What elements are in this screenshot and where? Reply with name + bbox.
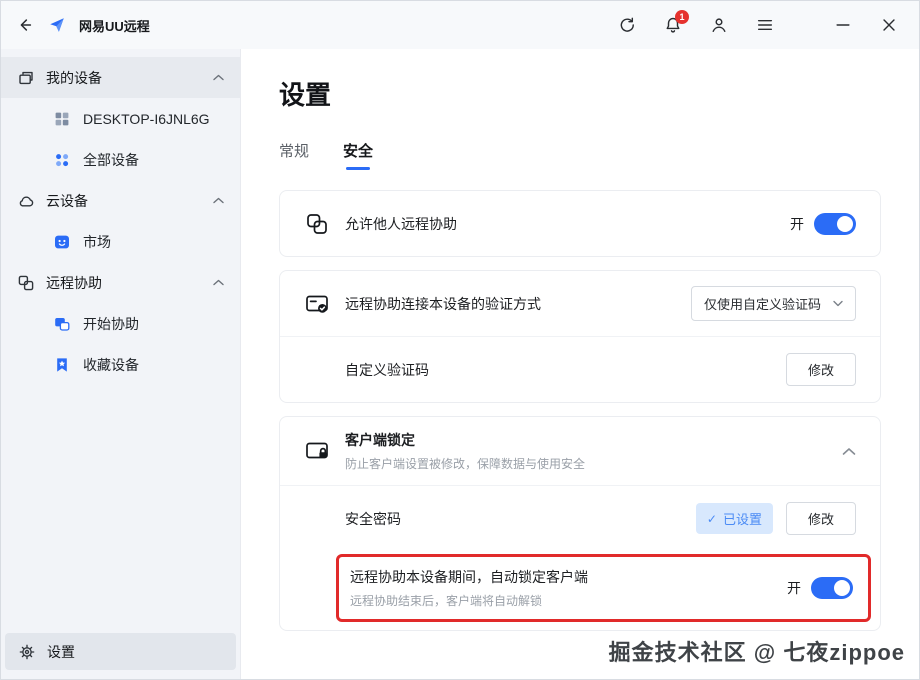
app-title: 网易UU远程 [79, 18, 150, 34]
sidebar-item-label: 全部设备 [83, 151, 139, 168]
setting-label: 安全密码 [345, 510, 401, 527]
titlebar: 网易UU远程 1 [1, 1, 919, 49]
dropdown-value: 仅使用自定义验证码 [703, 297, 821, 312]
sidebar-group-label: 云设备 [46, 192, 88, 209]
chevron-up-icon [213, 279, 224, 286]
setting-label: 自定义验证码 [345, 361, 429, 378]
settings-page: 设置 常规 安全 允许他人远程协助 开 远程协助连接本设备的验证方式 仅使用自定… [241, 49, 919, 679]
settings-list: 允许他人远程协助 开 远程协助连接本设备的验证方式 仅使用自定义验证码 自定义验… [279, 190, 881, 631]
gear-icon [18, 643, 36, 661]
modify-password-button[interactable]: 修改 [785, 502, 856, 535]
back-button[interactable] [15, 15, 35, 35]
toggle-state-label: 开 [787, 580, 801, 596]
app-window: 网易UU远程 1 我的设备 DESKTOP-I6JNL6G 全部设备 云设备 市… [0, 0, 920, 680]
notification-badge: 1 [675, 10, 689, 24]
sidebar-item-label: 收藏设备 [83, 356, 139, 373]
setting-label: 远程协助连接本设备的验证方式 [345, 295, 541, 312]
page-title: 设置 [279, 80, 332, 110]
tab-security[interactable]: 安全 [343, 140, 373, 170]
close-button[interactable] [879, 15, 899, 35]
check-icon: ✓ [706, 511, 717, 526]
toggle-knob [834, 580, 850, 596]
watermark-text: 掘金技术社区 @ 七夜zippoe [608, 640, 905, 665]
row-auto-lock-highlighted: 远程协助本设备期间，自动锁定客户端 远程协助结束后，客户端将自动解锁 开 [336, 554, 871, 622]
row-verify-method: 远程协助连接本设备的验证方式 仅使用自定义验证码 [280, 271, 880, 336]
remote-assist-icon [17, 274, 35, 292]
setting-subtitle: 远程协助结束后，客户端将自动解锁 [350, 594, 543, 608]
row-security-password: 安全密码 ✓ 已设置 修改 [280, 486, 880, 551]
setting-label: 远程协助本设备期间，自动锁定客户端 [350, 569, 588, 585]
cloud-icon [17, 192, 35, 210]
row-client-lock-header: 客户端锁定 防止客户端设置被修改，保障数据与使用安全 [280, 417, 880, 485]
chevron-up-icon [213, 74, 224, 81]
devices-icon [17, 69, 35, 87]
auto-lock-texts: 远程协助本设备期间，自动锁定客户端 远程协助结束后，客户端将自动解锁 [350, 567, 588, 609]
modify-code-button[interactable]: 修改 [785, 353, 856, 386]
card-allow-assist: 允许他人远程协助 开 [279, 190, 881, 257]
refresh-icon[interactable] [617, 15, 637, 35]
sidebar-item-label: 开始协助 [83, 315, 139, 332]
sidebar-group-label: 我的设备 [46, 69, 102, 86]
sidebar-item-label: DESKTOP-I6JNL6G [83, 110, 210, 127]
computer-grid-icon [53, 110, 71, 128]
sidebar-item-desktop[interactable]: DESKTOP-I6JNL6G [1, 98, 240, 139]
all-devices-dots-icon [53, 151, 71, 169]
badge-label: 已设置 [722, 512, 762, 527]
tab-general[interactable]: 常规 [279, 140, 309, 170]
sidebar-item-start-assist[interactable]: 开始协助 [1, 303, 240, 344]
favorite-bookmark-icon [53, 356, 71, 374]
sidebar-item-label: 市场 [83, 233, 111, 250]
start-assist-icon [53, 315, 71, 333]
app-logo-icon [47, 15, 67, 35]
window-body: 我的设备 DESKTOP-I6JNL6G 全部设备 云设备 市场 远程协助 开始… [1, 49, 919, 679]
sidebar-settings-item[interactable]: 设置 [5, 633, 236, 670]
card-lock-icon [304, 438, 330, 464]
setting-subtitle: 防止客户端设置被修改，保障数据与使用安全 [345, 457, 586, 471]
card-verification: 远程协助连接本设备的验证方式 仅使用自定义验证码 自定义验证码 修改 [279, 270, 881, 403]
share-screen-icon [304, 211, 330, 237]
verify-method-dropdown[interactable]: 仅使用自定义验证码 [690, 286, 856, 321]
id-card-check-icon [304, 291, 330, 317]
sidebar-group-label: 远程协助 [46, 274, 102, 291]
sidebar-group-remote-assist[interactable]: 远程协助 [1, 262, 240, 303]
menu-icon[interactable] [755, 15, 775, 35]
chevron-up-icon [213, 197, 224, 204]
password-set-badge: ✓ 已设置 [695, 503, 773, 534]
row-allow-assist: 允许他人远程协助 开 [280, 191, 880, 256]
titlebar-actions: 1 [617, 10, 899, 35]
setting-label: 允许他人远程协助 [345, 215, 457, 232]
account-icon[interactable] [709, 15, 729, 35]
auto-lock-toggle[interactable] [811, 577, 853, 599]
sidebar-group-my-devices[interactable]: 我的设备 [1, 57, 240, 98]
market-face-icon [53, 233, 71, 251]
card-client-lock: 客户端锁定 防止客户端设置被修改，保障数据与使用安全 安全密码 ✓ 已设置 修改… [279, 416, 881, 631]
sidebar-group-cloud-devices[interactable]: 云设备 [1, 180, 240, 221]
row-custom-code: 自定义验证码 修改 [280, 337, 880, 402]
sidebar: 我的设备 DESKTOP-I6JNL6G 全部设备 云设备 市场 远程协助 开始… [1, 49, 241, 679]
sidebar-settings-label: 设置 [47, 643, 75, 660]
sidebar-item-market[interactable]: 市场 [1, 221, 240, 262]
notifications-bell-icon[interactable]: 1 [663, 10, 689, 35]
collapse-chevron-up-icon[interactable] [842, 447, 856, 456]
minimize-button[interactable] [833, 15, 853, 35]
settings-tabs: 常规 安全 [279, 140, 881, 170]
chevron-down-icon [833, 300, 843, 307]
toggle-state-label: 开 [790, 215, 804, 232]
setting-title: 客户端锁定 [345, 432, 415, 448]
allow-assist-toggle[interactable] [814, 212, 856, 235]
toggle-knob [837, 215, 853, 232]
sidebar-item-favorite-devices[interactable]: 收藏设备 [1, 344, 240, 385]
client-lock-texts: 客户端锁定 防止客户端设置被修改，保障数据与使用安全 [345, 430, 585, 472]
titlebar-left: 网易UU远程 [15, 15, 150, 35]
sidebar-item-all-devices[interactable]: 全部设备 [1, 139, 240, 180]
